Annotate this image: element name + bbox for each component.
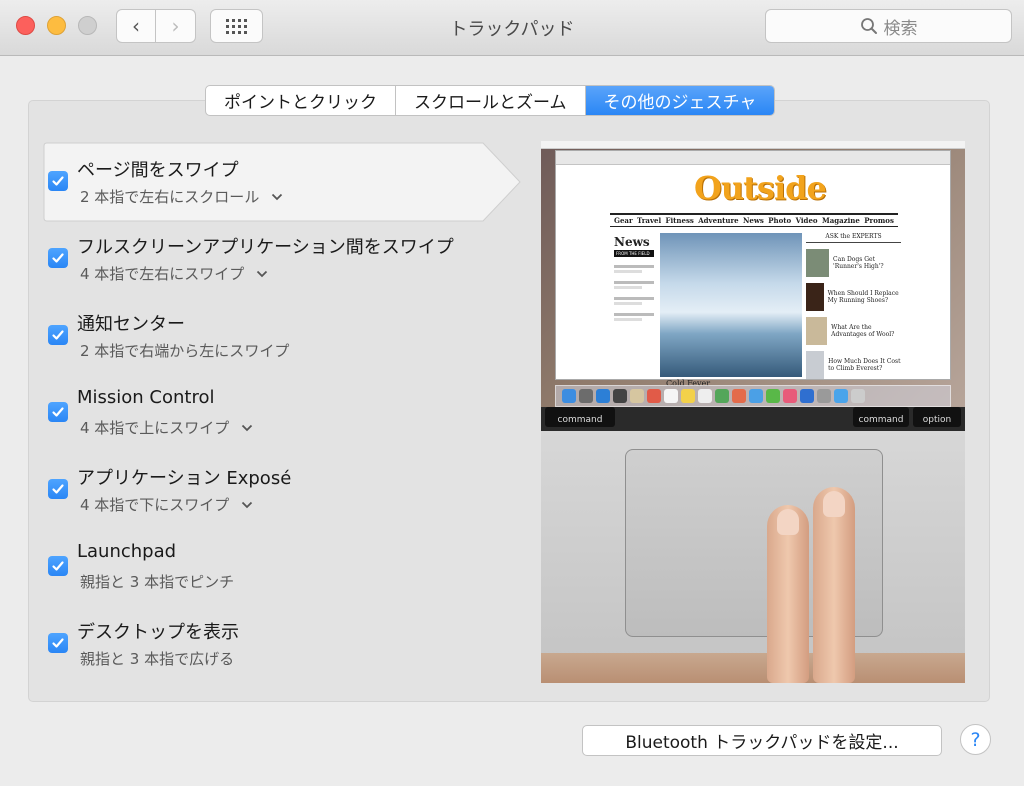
checkmark-icon — [52, 253, 64, 263]
search-placeholder: 検索 — [883, 18, 918, 39]
gesture-option-dropdown[interactable]: 2 本指で左右にスクロール — [80, 186, 283, 207]
news-column: News FROM THE FIELD — [614, 235, 654, 375]
title-bar: ‹ › トラックパッド 検索 — [0, 0, 1024, 56]
gesture-checkbox[interactable] — [48, 325, 68, 345]
checkmark-icon — [52, 176, 64, 186]
site-nav: Gear Travel Fitness Adventure News Photo… — [610, 213, 898, 227]
gesture-option-dropdown[interactable]: 4 本指で下にスワイプ — [80, 494, 253, 515]
tab-bar: ポイントとクリック スクロールとズーム その他のジェスチャ — [205, 85, 776, 116]
gesture-row-show-desktop[interactable]: デスクトップを表示 親指と 3 本指で広げる — [43, 604, 521, 682]
gesture-subtitle: 4 本指で左右にスワイプ — [80, 265, 245, 283]
checkmark-icon — [52, 484, 64, 494]
gesture-title: ページ間をスワイプ — [77, 160, 239, 181]
gesture-title: フルスクリーンアプリケーション間をスワイプ — [77, 237, 454, 258]
gesture-description: 親指と 3 本指でピンチ — [80, 571, 234, 592]
gesture-subtitle: 親指と 3 本指で広げる — [80, 650, 235, 668]
gesture-checkbox[interactable] — [48, 633, 68, 653]
hero-photo-glacier — [660, 233, 802, 377]
preview-dock — [555, 385, 951, 407]
gesture-checkbox[interactable] — [48, 556, 68, 576]
gesture-option-dropdown[interactable]: 4 本指で上にスワイプ — [80, 417, 253, 438]
gesture-checkbox[interactable] — [48, 248, 68, 268]
finger-index — [767, 505, 809, 683]
selection-highlight — [43, 142, 521, 222]
chevron-down-icon — [272, 193, 283, 200]
preview-hand-base — [541, 653, 965, 683]
gesture-row-launchpad[interactable]: Launchpad 親指と 3 本指でピンチ — [43, 527, 521, 605]
help-button[interactable]: ? — [960, 724, 991, 755]
preview-keyboard: command command option — [541, 407, 965, 431]
gesture-row-swipe-between-pages[interactable]: ページ間をスワイプ 2 本指で左右にスクロール — [43, 142, 521, 222]
finger-middle — [813, 487, 855, 683]
gesture-subtitle: 4 本指で上にスワイプ — [80, 419, 230, 437]
gesture-description: 2 本指で右端から左にスワイプ — [80, 340, 289, 361]
tab-more-gestures[interactable]: その他のジェスチャ — [585, 86, 775, 115]
chevron-down-icon — [257, 270, 268, 277]
gesture-checkbox[interactable] — [48, 402, 68, 422]
checkmark-icon — [52, 407, 64, 417]
gesture-row-swipe-fullscreen-apps[interactable]: フルスクリーンアプリケーション間をスワイプ 4 本指で左右にスワイプ — [43, 219, 521, 297]
tab-scroll-and-zoom[interactable]: スクロールとズーム — [396, 86, 586, 115]
checkmark-icon — [52, 638, 64, 648]
search-field[interactable]: 検索 — [765, 9, 1012, 43]
gesture-subtitle: 2 本指で右端から左にスワイプ — [80, 342, 290, 360]
gesture-subtitle: 4 本指で下にスワイプ — [80, 496, 230, 514]
gesture-title: Launchpad — [77, 541, 177, 562]
gesture-row-notification-center[interactable]: 通知センター 2 本指で右端から左にスワイプ — [43, 296, 521, 374]
search-icon — [860, 18, 877, 34]
gesture-subtitle: 親指と 3 本指でピンチ — [80, 573, 235, 591]
tab-point-and-click[interactable]: ポイントとクリック — [206, 86, 396, 115]
preview-menubar — [541, 141, 965, 149]
checkmark-icon — [52, 330, 64, 340]
gesture-checkbox[interactable] — [48, 171, 68, 191]
gesture-checkbox[interactable] — [48, 479, 68, 499]
gesture-option-dropdown[interactable]: 4 本指で左右にスワイプ — [80, 263, 268, 284]
preview-browser-window: Outside Gear Travel Fitness Adventure Ne… — [555, 150, 951, 388]
setup-bluetooth-trackpad-button[interactable]: Bluetooth トラックパッドを設定... — [582, 725, 942, 756]
gesture-title: アプリケーション Exposé — [77, 468, 292, 489]
gesture-description: 親指と 3 本指で広げる — [80, 648, 234, 669]
gesture-preview-image: Outside Gear Travel Fitness Adventure Ne… — [541, 141, 965, 683]
gesture-title: デスクトップを表示 — [77, 622, 239, 643]
chevron-down-icon — [242, 501, 253, 508]
preview-screen: Outside Gear Travel Fitness Adventure Ne… — [541, 141, 965, 409]
experts-column: ASK the EXPERTS Can Dogs Get 'Runner's H… — [806, 233, 901, 379]
site-logo: Outside — [694, 169, 827, 207]
gesture-row-app-expose[interactable]: アプリケーション Exposé 4 本指で下にスワイプ — [43, 450, 521, 528]
checkmark-icon — [52, 561, 64, 571]
gesture-subtitle: 2 本指で左右にスクロール — [80, 188, 260, 206]
chevron-down-icon — [242, 424, 253, 431]
gesture-title: Mission Control — [77, 387, 215, 408]
help-icon: ? — [970, 728, 981, 751]
gesture-title: 通知センター — [77, 314, 185, 335]
gesture-row-mission-control[interactable]: Mission Control 4 本指で上にスワイプ — [43, 373, 521, 451]
